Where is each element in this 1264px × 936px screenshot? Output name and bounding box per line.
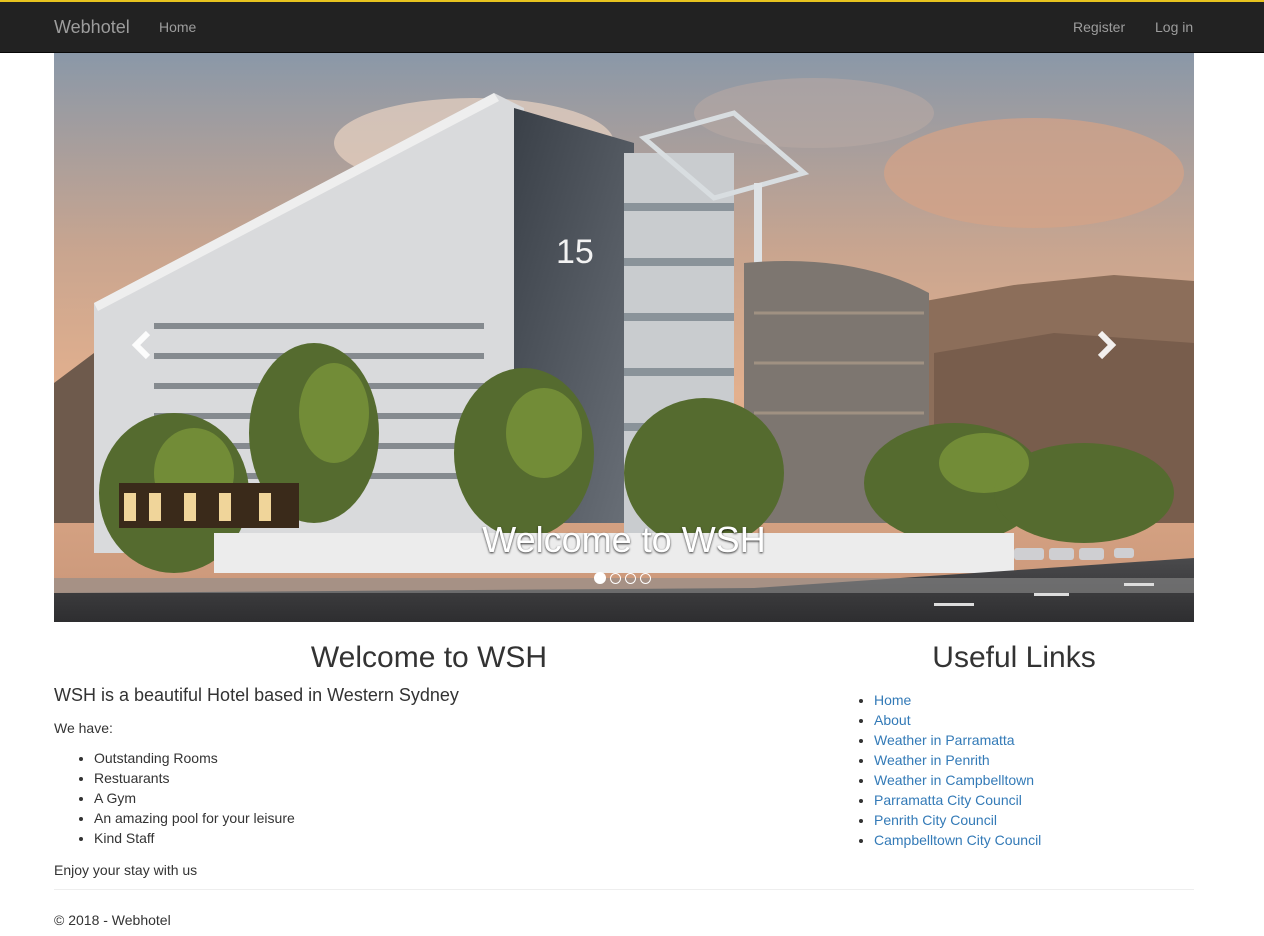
- svg-text:15: 15: [556, 233, 594, 271]
- list-item: Home: [874, 690, 1194, 710]
- list-item: Weather in Parramatta: [874, 730, 1194, 750]
- amenities-list: Outstanding Rooms Restuarants A Gym An a…: [54, 748, 804, 848]
- carousel-indicator[interactable]: [594, 572, 606, 584]
- list-item: Weather in Penrith: [874, 750, 1194, 770]
- carousel-caption: Welcome to WSH: [482, 519, 766, 560]
- list-item: Kind Staff: [94, 828, 804, 848]
- link-weather-penrith[interactable]: Weather in Penrith: [874, 752, 990, 768]
- list-item: Weather in Campbelltown: [874, 770, 1194, 790]
- list-item: About: [874, 710, 1194, 730]
- link-weather-campbelltown[interactable]: Weather in Campbelltown: [874, 772, 1034, 788]
- link-weather-parramatta[interactable]: Weather in Parramatta: [874, 732, 1015, 748]
- list-item: Restuarants: [94, 768, 804, 788]
- welcome-section: Welcome to WSH WSH is a beautiful Hotel …: [54, 630, 804, 878]
- carousel-indicator[interactable]: [640, 573, 651, 584]
- nav-register-link[interactable]: Register: [1073, 19, 1125, 35]
- list-item: Campbelltown City Council: [874, 830, 1194, 850]
- footer-copyright: © 2018 - Webhotel: [54, 912, 171, 928]
- brand-link[interactable]: Webhotel: [54, 17, 130, 38]
- link-about[interactable]: About: [874, 712, 911, 728]
- link-campbelltown-council[interactable]: Campbelltown City Council: [874, 832, 1041, 848]
- link-penrith-council[interactable]: Penrith City Council: [874, 812, 997, 828]
- footer-divider: [54, 889, 1194, 890]
- carousel-indicators: [594, 572, 651, 584]
- list-item: Parramatta City Council: [874, 790, 1194, 810]
- nav-home-link[interactable]: Home: [159, 19, 196, 35]
- carousel-prev-button[interactable]: [122, 325, 162, 365]
- list-item: Outstanding Rooms: [94, 748, 804, 768]
- list-item: An amazing pool for your leisure: [94, 808, 804, 828]
- welcome-heading: Welcome to WSH: [310, 641, 548, 674]
- chevron-left-icon: [131, 330, 151, 360]
- nav-login-link[interactable]: Log in: [1155, 19, 1193, 35]
- hero-carousel: 15 Welcome to WSH: [54, 53, 1194, 622]
- useful-links-heading: Useful Links: [932, 641, 1096, 674]
- useful-links-section: Useful Links Home About Weather in Parra…: [834, 630, 1194, 850]
- list-item: A Gym: [94, 788, 804, 808]
- carousel-indicator[interactable]: [610, 573, 621, 584]
- navbar: Webhotel Home Register Log in: [0, 2, 1264, 53]
- carousel-indicator[interactable]: [625, 573, 636, 584]
- chevron-right-icon: [1097, 330, 1117, 360]
- useful-links-list: Home About Weather in Parramatta Weather…: [834, 690, 1194, 850]
- link-parramatta-council[interactable]: Parramatta City Council: [874, 792, 1022, 808]
- carousel-next-button[interactable]: [1086, 325, 1126, 365]
- closing-text: Enjoy your stay with us: [54, 862, 198, 878]
- list-item: Penrith City Council: [874, 810, 1194, 830]
- link-home[interactable]: Home: [874, 692, 911, 708]
- we-have-label: We have:: [54, 720, 113, 736]
- intro-text: WSH is a beautiful Hotel based in Wester…: [54, 685, 459, 705]
